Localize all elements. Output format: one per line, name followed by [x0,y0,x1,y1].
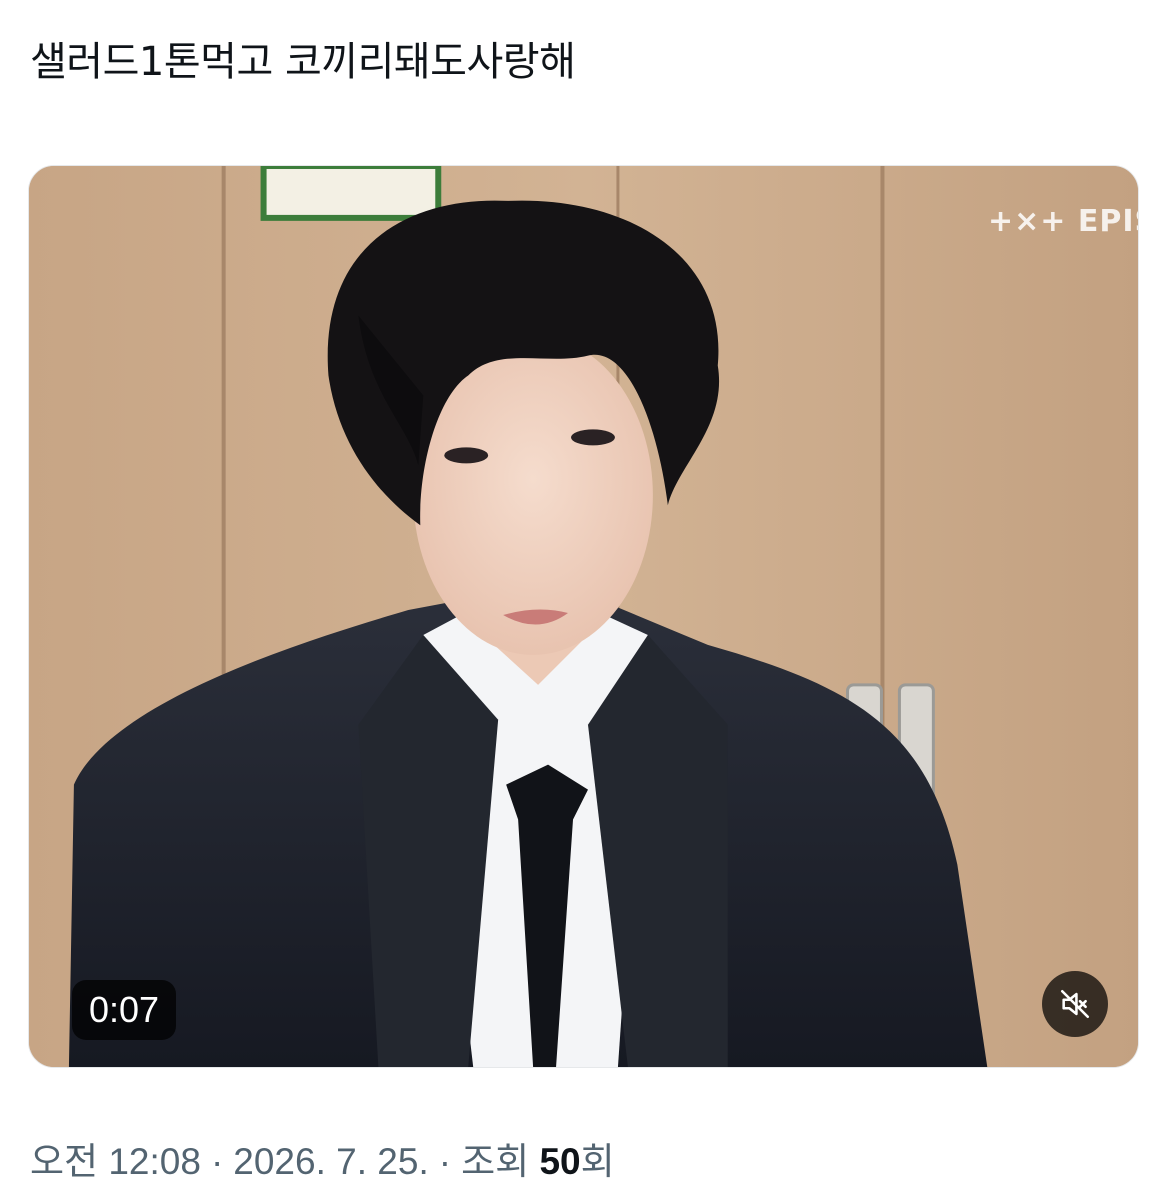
tweet-text: 샐러드1톤먹고 코끼리돼도사랑해 [30,39,576,85]
channel-watermark: +×+ EPIS [988,204,1138,239]
separator: · [210,1141,224,1182]
video-frame[interactable] [29,166,1138,1067]
views-count: 50 [539,1141,581,1182]
tweet-meta: 오전 12:08 · 2026. 7. 25. · 조회 50회 [30,1137,615,1187]
mute-toggle-button[interactable] [1042,971,1108,1037]
video-player[interactable]: +×+ EPIS 0:07 [28,165,1139,1068]
video-time-badge: 0:07 [72,980,176,1040]
speaker-muted-icon [1058,987,1092,1021]
tweet-date[interactable]: 2026. 7. 25. [233,1141,428,1182]
separator: · [438,1141,452,1182]
tweet-time[interactable]: 오전 12:08 [30,1141,201,1182]
views-label: 조회 [461,1141,530,1182]
views-suffix: 회 [580,1141,615,1182]
